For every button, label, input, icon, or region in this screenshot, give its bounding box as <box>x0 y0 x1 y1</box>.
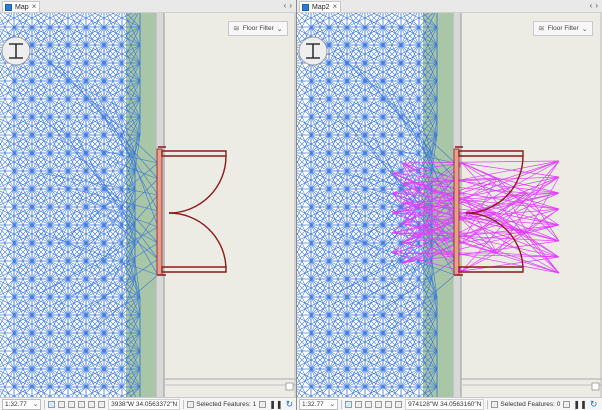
map-view[interactable]: ≋ Floor Filter ⌄ <box>0 13 296 397</box>
grid-icon[interactable] <box>345 400 353 408</box>
constraint-icon[interactable] <box>78 400 86 408</box>
scale-selector[interactable]: 1:32.77 ⌄ <box>2 398 42 410</box>
scale-selector[interactable]: 1:32.77 ⌄ <box>299 398 339 410</box>
scale-value: 1:32.77 <box>5 400 27 408</box>
scale-value: 1:32.77 <box>302 400 324 408</box>
table-icon[interactable] <box>563 400 571 408</box>
tab-label: Map <box>15 3 29 11</box>
measure-icon[interactable] <box>365 400 373 408</box>
tab-scroll: ‹ › <box>284 1 292 11</box>
chevron-right-icon[interactable]: › <box>289 1 292 11</box>
status-bar: 1:32.77 ⌄ 3938"W 34.0563372"N Selected F… <box>0 397 296 410</box>
coordinate-readout: 3938"W 34.0563372"N <box>108 398 181 410</box>
separator <box>341 399 343 409</box>
selection-icon <box>187 400 195 408</box>
refresh-icon[interactable]: ↻ <box>286 399 294 410</box>
measure-icon[interactable] <box>68 400 76 408</box>
map-canvas[interactable] <box>297 13 602 397</box>
refresh-icon[interactable]: ↻ <box>590 399 598 410</box>
door-frame <box>156 148 163 276</box>
floor-filter-icon: ≋ <box>233 24 240 33</box>
chevron-left-icon[interactable]: ‹ <box>590 1 593 11</box>
map-tab-icon <box>5 3 12 11</box>
selected-features-text: Selected Features: 0 <box>500 400 561 408</box>
snapping-icon[interactable] <box>355 400 363 408</box>
tab-scroll: ‹ › <box>590 1 598 11</box>
map-pane-left: Map × ‹ › ≋ Floor Filter ⌄ 1:32.77 ⌄ 393… <box>0 0 297 410</box>
overview-icon <box>591 382 600 391</box>
selection-icon <box>491 400 499 408</box>
separator <box>44 399 46 409</box>
map-view[interactable]: ≋ Floor Filter ⌄ <box>297 13 602 397</box>
pause-icon[interactable]: ❚❚ <box>269 400 282 409</box>
tab-map[interactable]: Map × <box>2 1 41 12</box>
coordinates-text: 974128"W 34.0563160"N <box>408 400 482 408</box>
tab-map2[interactable]: Map2 × <box>299 1 342 12</box>
close-icon[interactable]: × <box>333 3 338 11</box>
snapping-icon[interactable] <box>58 400 66 408</box>
map-tab-icon <box>302 3 309 11</box>
separator <box>487 399 489 409</box>
chevron-down-icon: ⌄ <box>329 401 336 408</box>
chevron-down-icon: ⌄ <box>32 401 39 408</box>
floor-filter-icon: ≋ <box>538 24 545 33</box>
separator <box>183 399 185 409</box>
rotate-icon[interactable] <box>385 400 393 408</box>
overview-icon <box>285 382 294 391</box>
grid-icon[interactable] <box>48 400 56 408</box>
navigation-icon[interactable] <box>395 400 403 408</box>
tab-bar: Map2 × ‹ › <box>297 0 602 13</box>
floor-filter-label: Floor Filter <box>547 25 579 32</box>
selected-features-text: Selected Features: 1 <box>196 400 257 408</box>
floor-filter-button[interactable]: ≋ Floor Filter ⌄ <box>228 21 288 36</box>
pause-icon[interactable]: ❚❚ <box>573 400 586 409</box>
navigation-icon[interactable] <box>98 400 106 408</box>
rotate-icon[interactable] <box>88 400 96 408</box>
status-bar: 1:32.77 ⌄ 974128"W 34.0563160"N Selected… <box>297 397 602 410</box>
tab-label: Map2 <box>312 3 330 11</box>
floor-filter-label: Floor Filter <box>242 25 274 32</box>
table-icon[interactable] <box>259 400 267 408</box>
door-frame <box>453 148 460 276</box>
floor-filter-button[interactable]: ≋ Floor Filter ⌄ <box>533 21 593 36</box>
map-canvas[interactable] <box>0 13 296 397</box>
coordinates-text: 3938"W 34.0563372"N <box>111 400 178 408</box>
selected-features-indicator[interactable]: Selected Features: 1 <box>187 400 257 408</box>
map-pane-right: Map2 × ‹ › ≋ Floor Filter ⌄ 1:32.77 ⌄ 97… <box>297 0 602 410</box>
chevron-right-icon[interactable]: › <box>595 1 598 11</box>
chevron-down-icon: ⌄ <box>581 25 588 33</box>
chevron-down-icon: ⌄ <box>276 25 283 33</box>
tab-bar: Map × ‹ › <box>0 0 296 13</box>
chevron-left-icon[interactable]: ‹ <box>284 1 287 11</box>
constraint-icon[interactable] <box>375 400 383 408</box>
close-icon[interactable]: × <box>32 3 37 11</box>
coordinate-readout: 974128"W 34.0563160"N <box>405 398 485 410</box>
selected-features-indicator[interactable]: Selected Features: 0 <box>491 400 561 408</box>
